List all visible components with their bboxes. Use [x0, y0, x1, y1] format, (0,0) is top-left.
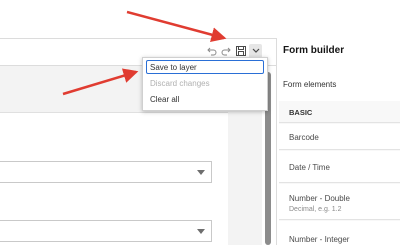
element-label: Number - Double [289, 194, 350, 203]
chevron-down-icon [197, 229, 205, 234]
save-icon[interactable] [235, 45, 247, 57]
field-select[interactable] [0, 220, 212, 242]
redo-icon[interactable] [220, 45, 232, 57]
element-number-integer[interactable]: Number - Integer [279, 221, 400, 245]
element-label: Barcode [289, 133, 319, 142]
element-label: Date / Time [289, 163, 330, 172]
form-card [0, 112, 228, 245]
element-number-double[interactable]: Number - Double Decimal, e.g. 1.2 [279, 184, 400, 220]
section-label: BASIC [289, 108, 313, 117]
form-elements-heading: Form elements [283, 80, 337, 89]
field-select[interactable] [0, 161, 212, 183]
menu-item-discard-changes[interactable]: Discard changes [150, 79, 210, 88]
chevron-down-icon[interactable] [249, 44, 262, 58]
element-description: Decimal, e.g. 1.2 [289, 206, 342, 213]
undo-icon[interactable] [206, 45, 218, 57]
panel-title: Form builder [283, 45, 345, 56]
section-header: BASIC [279, 101, 400, 123]
top-bar [0, 0, 400, 38]
element-barcode[interactable]: Barcode [279, 124, 400, 150]
element-date-time[interactable]: Date / Time [279, 151, 400, 183]
menu-item-clear-all[interactable]: Clear all [150, 95, 179, 104]
element-label: Number - Integer [289, 235, 350, 244]
menu-item-save-to-layer[interactable]: Save to layer [150, 63, 197, 72]
chevron-down-icon [197, 170, 205, 175]
